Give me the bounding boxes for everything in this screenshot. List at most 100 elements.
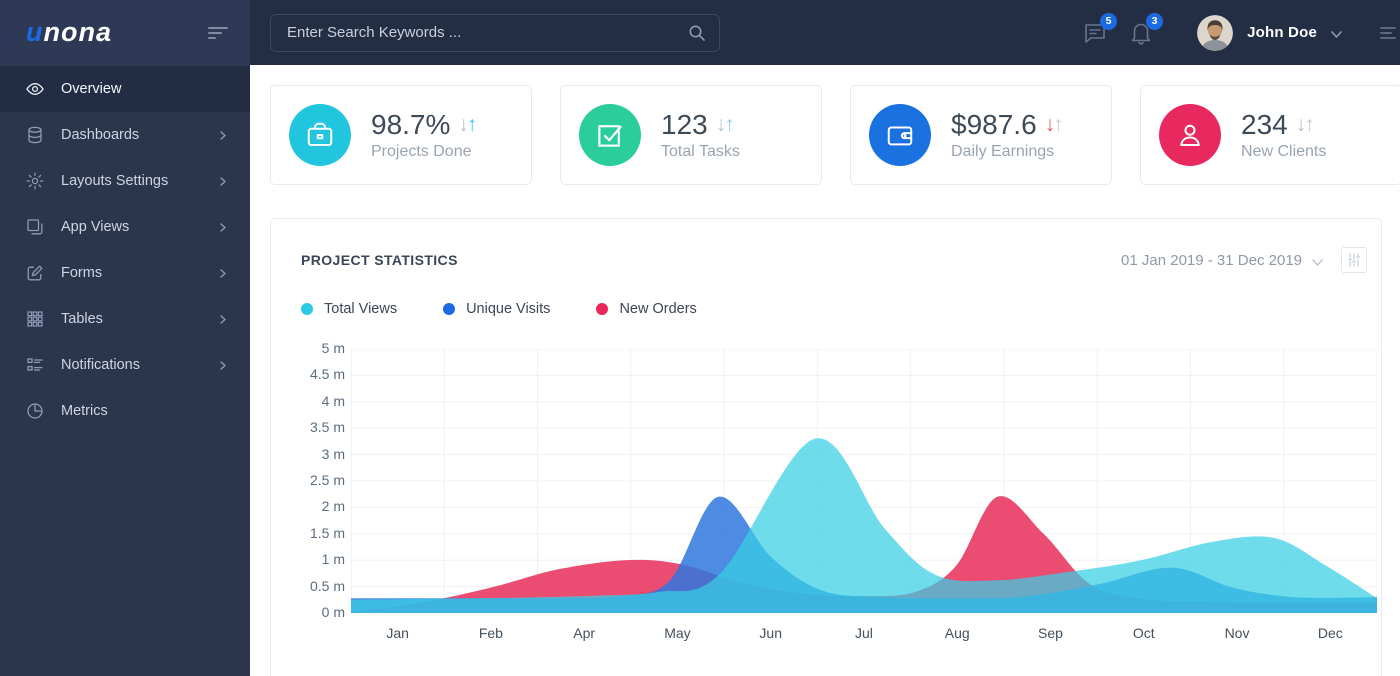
notifications-button[interactable]: 3 [1129,21,1153,45]
legend-item-new-orders[interactable]: New Orders [596,301,696,317]
sidebar-item-metrics[interactable]: Metrics [0,388,250,434]
sidebar-item-layouts-settings[interactable]: Layouts Settings [0,158,250,204]
legend-dot [301,303,313,315]
y-axis-tick: 1 m [322,551,345,567]
sidebar-item-label: Layouts Settings [61,173,219,189]
app-root: unona Overview Dashboards Layouts Settings… [0,0,1400,676]
sidebar-item-dashboards[interactable]: Dashboards [0,112,250,158]
trend-up-arrow: ↑ [724,113,733,136]
sidebar-toggle-icon[interactable] [208,27,228,39]
gear-icon [26,172,44,190]
sidebar-item-label: Forms [61,265,219,281]
trend-down-arrow: ↓ [1045,113,1054,136]
area-chart [351,349,1377,613]
stat-card-daily-earnings: $987.6↓↑Daily Earnings [850,85,1112,185]
trend-down-arrow: ↓ [1296,113,1305,136]
trend-arrows: ↓↑ [458,113,475,137]
brand-logo-rest: nona [44,17,113,47]
main-content: 98.7%↓↑Projects Done123↓↑Total Tasks$987… [250,0,1400,676]
sidebar-item-label: Dashboards [61,127,219,143]
search-input[interactable] [270,14,720,52]
wallet-icon [869,104,931,166]
y-axis-tick: 2.5 m [310,472,345,488]
sidebar-item-app-views[interactable]: App Views [0,204,250,250]
chevron-down-icon [1312,255,1323,266]
sidebar-item-label: Notifications [61,357,219,373]
y-axis-tick: 4.5 m [310,366,345,382]
trend-down-arrow: ↓ [458,113,467,136]
y-axis-tick: 0.5 m [310,578,345,594]
trend-up-arrow: ↑ [467,113,476,136]
pie-icon [26,402,44,420]
x-axis-tick: Apr [538,625,631,641]
sidebar-item-label: Overview [61,81,228,97]
x-axis-tick: Aug [911,625,1004,641]
sliders-icon [1347,253,1361,267]
sidebar-item-label: Metrics [61,403,228,419]
stat-cards-row: 98.7%↓↑Projects Done123↓↑Total Tasks$987… [270,85,1400,185]
legend-label: Unique Visits [466,301,550,317]
trend-arrows: ↓↑ [1045,113,1062,137]
x-axis-tick: Feb [444,625,537,641]
date-range-selector[interactable]: 01 Jan 2019 - 31 Dec 2019 [1121,252,1323,269]
check-square-icon [579,104,641,166]
stat-value: 98.7% [371,109,450,141]
x-axis: JanFebAprMayJunJulAugSepOctNovDec [351,625,1377,657]
trend-arrows: ↓↑ [1296,113,1313,137]
y-axis-tick: 2 m [322,498,345,514]
stat-label: Daily Earnings [951,143,1062,161]
database-icon [26,126,44,144]
eye-icon [26,80,44,98]
stat-value: 234 [1241,109,1288,141]
brand-logo-u: u [26,17,44,47]
chevron-right-icon [219,315,228,324]
x-axis-tick: Nov [1190,625,1283,641]
grid-icon [26,310,44,328]
panel-tools: 01 Jan 2019 - 31 Dec 2019 [1121,247,1367,273]
search-box [270,14,720,52]
chart-area: 5 m4.5 m4 m3.5 m3 m2.5 m2 m1.5 m1 m0.5 m… [301,349,1377,613]
legend-item-total-views[interactable]: Total Views [301,301,397,317]
stat-card-total-tasks: 123↓↑Total Tasks [560,85,822,185]
brand-logo[interactable]: unona [26,17,112,48]
trend-up-arrow: ↑ [1053,113,1062,136]
legend-item-unique-visits[interactable]: Unique Visits [443,301,550,317]
notifications-badge: 3 [1146,13,1163,30]
user-menu[interactable]: John Doe [1197,15,1342,51]
chevron-right-icon [219,177,228,186]
sidebar-item-overview[interactable]: Overview [0,66,250,112]
y-axis-tick: 5 m [322,340,345,356]
chevron-down-icon [1331,27,1342,38]
chevron-right-icon [219,361,228,370]
sidebar-item-notifications[interactable]: Notifications [0,342,250,388]
panel-header: PROJECT STATISTICS 01 Jan 2019 - 31 Dec … [301,247,1367,273]
user-name: John Doe [1247,24,1317,41]
y-axis-tick: 3.5 m [310,419,345,435]
sidebar-menu: Overview Dashboards Layouts Settings App Vi… [0,65,250,434]
stat-label: New Clients [1241,143,1326,161]
sidebar-item-label: App Views [61,219,219,235]
messages-button[interactable]: 5 [1083,21,1107,45]
search-icon[interactable] [688,24,706,42]
sidebar-item-tables[interactable]: Tables [0,296,250,342]
y-axis-tick: 4 m [322,393,345,409]
x-axis-tick: May [631,625,724,641]
user-icon [1159,104,1221,166]
y-axis-tick: 3 m [322,446,345,462]
panel-title: PROJECT STATISTICS [301,252,458,268]
sidebar: unona Overview Dashboards Layouts Settings… [0,0,250,676]
right-edge-menu-icon[interactable] [1380,27,1400,39]
chevron-right-icon [219,131,228,140]
list-icon [26,356,44,374]
trend-arrows: ↓↑ [716,113,733,137]
x-axis-tick: Oct [1097,625,1190,641]
sidebar-item-forms[interactable]: Forms [0,250,250,296]
chevron-right-icon [219,269,228,278]
chart-settings-button[interactable] [1341,247,1367,273]
stat-card-new-clients: 234 ↓↑ New Clients [1140,85,1400,185]
y-axis-tick: 1.5 m [310,525,345,541]
legend-label: Total Views [324,301,397,317]
date-range-label: 01 Jan 2019 - 31 Dec 2019 [1121,252,1302,269]
trend-down-arrow: ↓ [716,113,725,136]
legend-label: New Orders [619,301,696,317]
